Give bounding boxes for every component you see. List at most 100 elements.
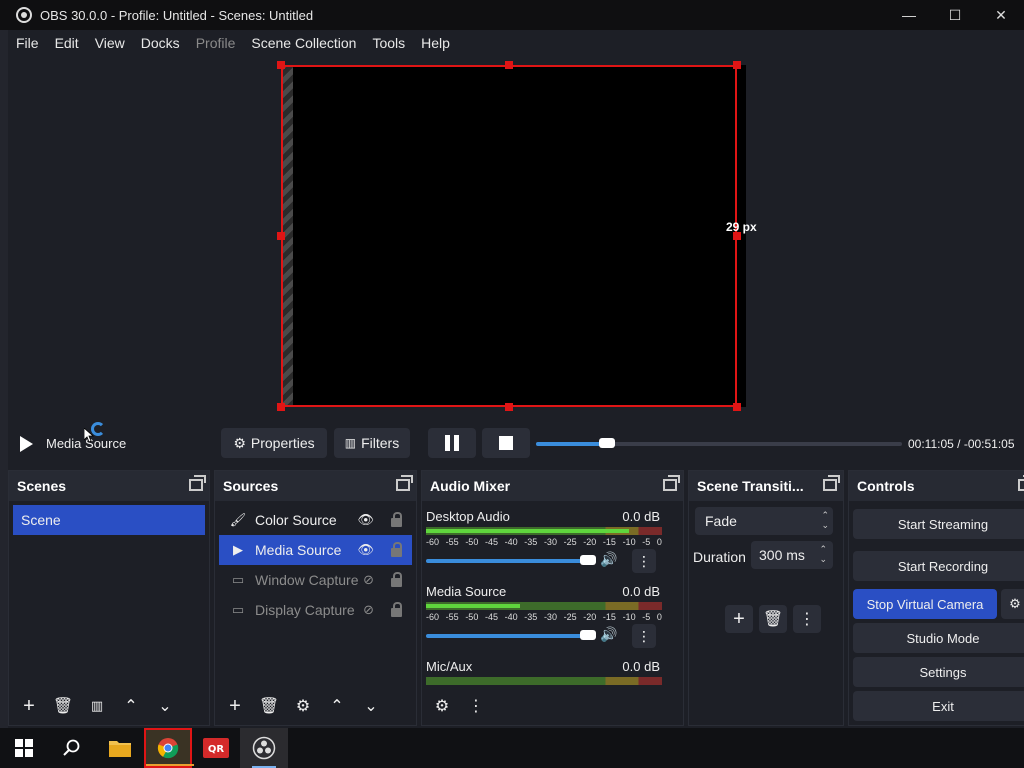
remove-source-button[interactable]: 🗑 (255, 692, 283, 720)
move-scene-down-button[interactable]: ⌄ (151, 692, 179, 720)
undock-icon[interactable] (663, 475, 680, 491)
eye-off-icon[interactable]: ⊘ (363, 572, 374, 588)
add-transition-button[interactable]: + (725, 605, 753, 633)
app-button[interactable]: QR (192, 728, 240, 768)
preview-canvas[interactable] (277, 61, 746, 411)
menu-file[interactable]: File (8, 35, 47, 51)
lock-icon[interactable] (391, 512, 402, 527)
menu-edit[interactable]: Edit (47, 35, 87, 51)
undock-icon[interactable] (189, 475, 206, 491)
undock-icon[interactable] (823, 475, 840, 491)
transition-select[interactable]: Fade ⌃ ⌄ (695, 507, 833, 535)
source-properties-button[interactable]: ⚙ (289, 692, 317, 720)
menu-help[interactable]: Help (413, 35, 458, 51)
start-streaming-button[interactable]: Start Streaming (853, 509, 1024, 539)
volume-handle[interactable] (580, 555, 596, 565)
move-source-up-button[interactable]: ⌃ (323, 692, 351, 720)
meter-tick-label: -45 (484, 612, 498, 622)
lock-icon[interactable] (391, 602, 402, 617)
resize-handle-bottom-right[interactable] (733, 403, 741, 411)
lock-icon[interactable] (391, 572, 402, 587)
lock-icon[interactable] (391, 542, 402, 557)
volume-handle[interactable] (580, 630, 596, 640)
stop-button[interactable] (482, 428, 530, 458)
resize-handle-bottom-left[interactable] (277, 403, 285, 411)
duration-value: 300 ms (759, 547, 805, 563)
meter-level (426, 529, 629, 533)
svg-text:QR: QR (208, 744, 225, 755)
menu-scene-collection[interactable]: Scene Collection (243, 35, 364, 51)
eye-off-icon[interactable]: ⊘ (363, 602, 374, 618)
speaker-icon[interactable]: 🔊 (600, 626, 617, 643)
menu-profile[interactable]: Profile (188, 35, 244, 51)
minimize-button[interactable]: — (886, 0, 932, 30)
play-icon[interactable] (20, 436, 33, 452)
stop-virtual-camera-button[interactable]: Stop Virtual Camera (853, 589, 997, 619)
eye-icon[interactable]: 👁 (357, 512, 374, 528)
add-source-button[interactable]: + (221, 692, 249, 720)
resize-handle-bottom[interactable] (505, 403, 513, 411)
speaker-icon[interactable]: 🔊 (600, 551, 617, 568)
spinner-icon[interactable]: ⌃ ⌄ (819, 544, 827, 564)
start-button[interactable] (0, 728, 48, 768)
maximize-button[interactable]: ☐ (932, 0, 978, 30)
properties-button[interactable]: ⚙ Properties (221, 428, 327, 458)
filters-button[interactable]: ▥ Filters (334, 428, 410, 458)
volume-slider[interactable] (426, 630, 596, 640)
exit-label: Exit (932, 698, 954, 714)
chrome-button[interactable] (144, 728, 194, 768)
obs-taskbar-button[interactable] (240, 728, 288, 768)
scene-filters-button[interactable]: ▥ (83, 692, 111, 720)
close-button[interactable]: ✕ (978, 0, 1024, 30)
source-item[interactable]: 🖌 Color Source 👁 (219, 505, 412, 535)
remove-transition-button[interactable]: 🗑 (759, 605, 787, 633)
start-recording-button[interactable]: Start Recording (853, 551, 1024, 581)
exit-button[interactable]: Exit (853, 691, 1024, 721)
resize-handle-left[interactable] (277, 232, 285, 240)
file-explorer-button[interactable] (96, 728, 144, 768)
studio-mode-button[interactable]: Studio Mode (853, 623, 1024, 653)
trash-icon: 🗑 (52, 698, 74, 715)
virtual-camera-settings-button[interactable]: ⚙ (1001, 589, 1024, 619)
gear-icon: ⚙ (233, 434, 246, 451)
move-source-down-button[interactable]: ⌄ (357, 692, 385, 720)
mixer-menu-button[interactable]: ⋮ (462, 692, 490, 720)
seek-handle[interactable] (598, 438, 615, 448)
menu-view[interactable]: View (87, 35, 133, 51)
volume-slider[interactable] (426, 555, 596, 565)
scenes-title: Scenes (17, 478, 67, 494)
move-scene-up-button[interactable]: ⌃ (117, 692, 145, 720)
meter-tick-label: -40 (504, 537, 518, 547)
advanced-audio-button[interactable]: ⚙ (428, 692, 456, 720)
settings-button[interactable]: Settings (853, 657, 1024, 687)
filters-label: Filters (361, 435, 400, 451)
meter-tick-label: 0 (656, 537, 662, 547)
source-selection-box[interactable] (281, 65, 737, 407)
search-button[interactable] (48, 728, 96, 768)
add-scene-button[interactable]: + (15, 692, 43, 720)
remove-scene-button[interactable]: 🗑 (49, 692, 77, 720)
source-item[interactable]: ▶ Media Source 👁 (219, 535, 412, 565)
channel-menu-button[interactable]: ⋮ (632, 549, 656, 573)
resize-handle-top-right[interactable] (733, 61, 741, 69)
pause-button[interactable] (428, 428, 476, 458)
sources-header: Sources (215, 471, 416, 501)
menu-tools[interactable]: Tools (364, 35, 413, 51)
preview-area[interactable]: 29 px (8, 56, 1024, 422)
media-seek-slider[interactable] (536, 438, 902, 448)
undock-icon[interactable] (396, 475, 413, 491)
source-item[interactable]: ▭ Window Capture ⊘ (219, 565, 412, 595)
resize-handle-top-left[interactable] (277, 61, 285, 69)
scene-item[interactable]: Scene (13, 505, 205, 535)
channel-menu-button[interactable]: ⋮ (632, 624, 656, 648)
menu-docks[interactable]: Docks (133, 35, 188, 51)
duration-input[interactable]: 300 ms ⌃ ⌄ (751, 541, 833, 569)
transition-menu-button[interactable]: ⋮ (793, 605, 821, 633)
eye-icon[interactable]: 👁 (357, 542, 374, 558)
resize-handle-top[interactable] (505, 61, 513, 69)
window-icon: ▭ (231, 572, 245, 587)
undock-icon[interactable] (1018, 475, 1024, 491)
audio-mixer-header: Audio Mixer (422, 471, 683, 501)
volume-meter (426, 602, 662, 610)
source-item[interactable]: ▭ Display Capture ⊘ (219, 595, 412, 625)
